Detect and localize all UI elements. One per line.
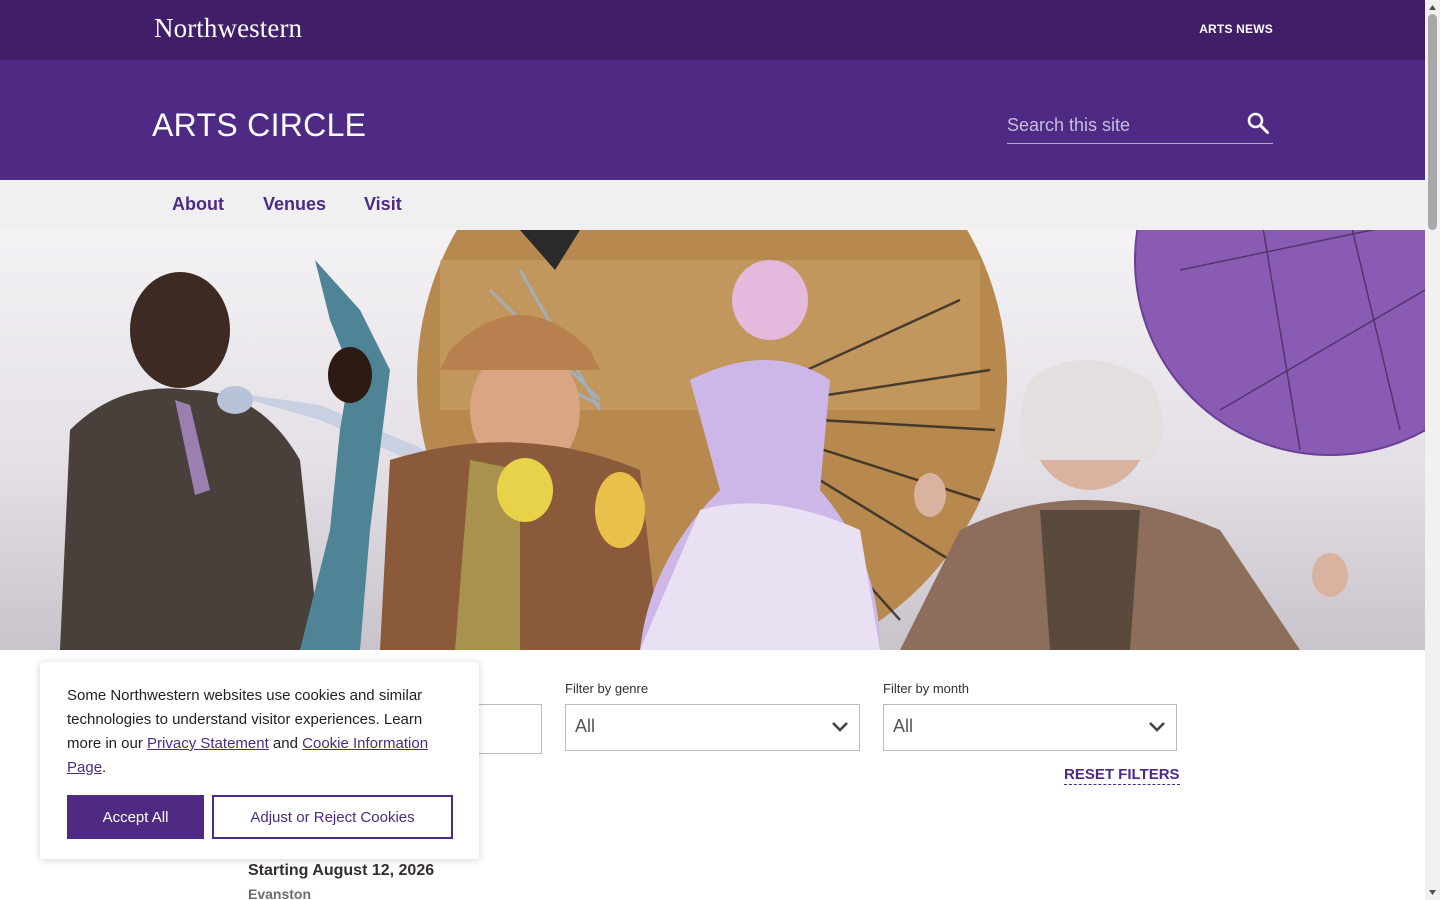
event-location: Evanston	[248, 886, 312, 900]
site-title[interactable]: ARTS CIRCLE	[152, 107, 366, 144]
arts-news-link[interactable]: ARTS NEWS	[1199, 22, 1273, 36]
search-input[interactable]	[1007, 111, 1237, 139]
genre-filter-value: All	[575, 716, 596, 736]
month-filter-select[interactable]: All	[883, 704, 1177, 751]
month-filter-label: Filter by month	[883, 681, 969, 696]
search-icon	[1247, 112, 1269, 134]
nav-item-visit[interactable]: Visit	[364, 194, 402, 215]
northwestern-logo[interactable]: Northwestern	[154, 13, 302, 44]
privacy-statement-link[interactable]: Privacy Statement	[147, 735, 269, 752]
main-nav: About Venues Visit	[0, 180, 1425, 230]
month-filter-value: All	[893, 716, 914, 736]
nav-item-about[interactable]: About	[172, 194, 224, 215]
cookie-text-part-3: .	[102, 759, 107, 776]
event-date: Starting August 12, 2026	[248, 862, 435, 879]
chevron-down-icon	[1149, 722, 1165, 732]
cookie-text-part-2: and	[268, 735, 303, 752]
keyword-filter-field[interactable]	[470, 704, 542, 754]
genre-filter-label: Filter by genre	[565, 681, 649, 696]
site-header: ARTS CIRCLE	[0, 60, 1425, 180]
hero-circle-purple	[1135, 230, 1425, 455]
scrollbar-thumb[interactable]	[1428, 14, 1437, 230]
accept-all-button[interactable]: Accept All	[67, 795, 204, 839]
reset-filters-button[interactable]: RESET FILTERS	[1064, 766, 1180, 785]
page: Northwestern ARTS NEWS ARTS CIRCLE About…	[0, 0, 1425, 900]
chevron-down-icon	[832, 722, 848, 732]
cookie-message: Some Northwestern websites use cookies a…	[67, 684, 457, 780]
hero-image	[0, 230, 1425, 650]
search-button[interactable]	[1245, 111, 1271, 137]
cookie-banner: Some Northwestern websites use cookies a…	[40, 662, 479, 859]
scrollbar[interactable]	[1425, 0, 1440, 900]
nav-item-venues[interactable]: Venues	[263, 194, 326, 215]
scroll-up-arrow-icon[interactable]	[1428, 3, 1437, 12]
scroll-down-arrow-icon[interactable]	[1428, 888, 1437, 897]
search-form	[1007, 105, 1273, 144]
top-bar: Northwestern ARTS NEWS	[0, 0, 1425, 60]
hero-collage	[60, 230, 1425, 650]
adjust-cookies-button[interactable]: Adjust or Reject Cookies	[212, 795, 453, 839]
genre-filter-select[interactable]: All	[565, 704, 860, 751]
